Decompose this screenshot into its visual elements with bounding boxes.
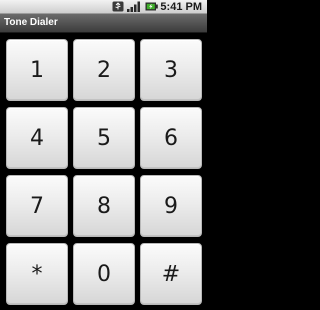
key-hash[interactable]: # (140, 243, 202, 305)
title-bar: Tone Dialer (0, 14, 207, 33)
dial-keypad: 1 2 3 4 5 6 7 8 9 * 0 # (6, 39, 202, 307)
key-9[interactable]: 9 (140, 175, 202, 237)
key-0[interactable]: 0 (73, 243, 135, 305)
key-8[interactable]: 8 (73, 175, 135, 237)
key-star[interactable]: * (6, 243, 68, 305)
key-2[interactable]: 2 (73, 39, 135, 101)
key-7[interactable]: 7 (6, 175, 68, 237)
key-5[interactable]: 5 (73, 107, 135, 169)
key-6[interactable]: 6 (140, 107, 202, 169)
usb-icon (112, 1, 124, 12)
app-title: Tone Dialer (4, 17, 58, 28)
key-3[interactable]: 3 (140, 39, 202, 101)
battery-charging-icon (145, 2, 158, 11)
status-time: 5:41 PM (160, 1, 202, 13)
key-4[interactable]: 4 (6, 107, 68, 169)
signal-bars-icon (127, 1, 140, 12)
key-1[interactable]: 1 (6, 39, 68, 101)
status-bar: 5:41 PM (0, 0, 207, 14)
